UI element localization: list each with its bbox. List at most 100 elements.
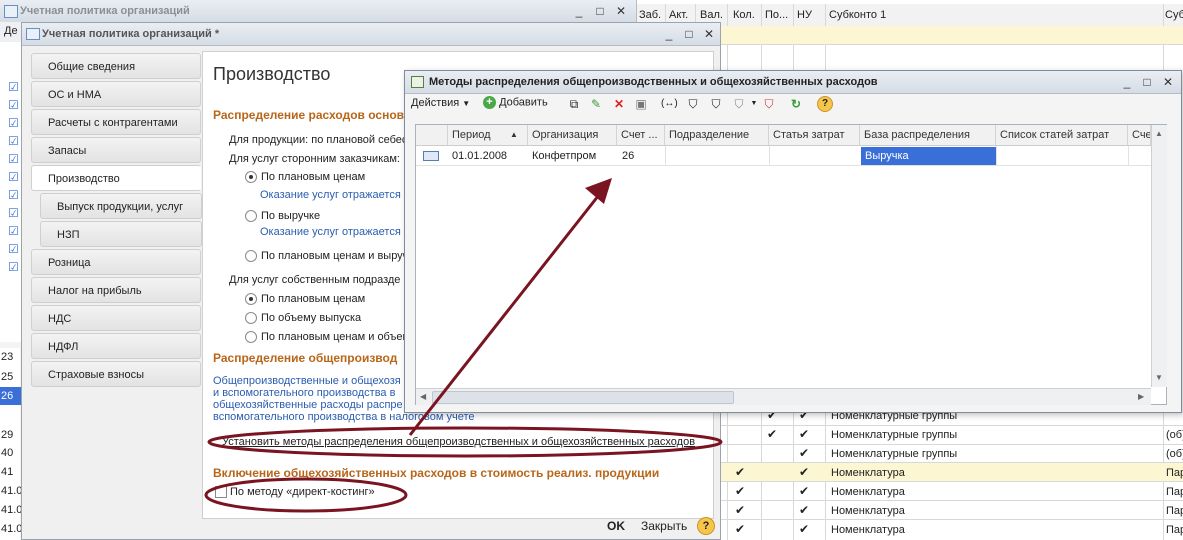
help-icon[interactable]: ?: [817, 96, 833, 112]
checkbox-icon[interactable]: ☑: [8, 80, 19, 94]
subconto2-cell[interactable]: Пар: [1166, 464, 1183, 482]
nav-output[interactable]: Выпуск продукции, услуг: [40, 193, 202, 219]
checkbox-icon[interactable]: ☑: [8, 134, 19, 148]
maximize-icon[interactable]: □: [593, 4, 607, 18]
radio-icon[interactable]: [245, 312, 257, 325]
account-number[interactable]: 40: [1, 444, 13, 462]
checkbox-icon[interactable]: ☑: [8, 170, 19, 184]
column-account-2[interactable]: Сче: [1128, 125, 1151, 145]
account-number[interactable]: 29: [1, 426, 13, 444]
column-header[interactable]: Кол.: [733, 6, 755, 24]
table-row[interactable]: [416, 146, 1151, 166]
subconto-cell[interactable]: Номенклатура: [831, 521, 905, 539]
radio-icon[interactable]: [245, 210, 257, 223]
subconto2-cell[interactable]: Пар: [1166, 521, 1183, 539]
minimize-icon[interactable]: _: [1120, 75, 1134, 89]
ok-button[interactable]: OK: [607, 519, 625, 533]
nav-general[interactable]: Общие сведения: [31, 53, 201, 79]
checkbox-icon[interactable]: ☑: [8, 242, 19, 256]
radio-icon[interactable]: [245, 331, 257, 344]
column-distribution-base[interactable]: База распределения: [860, 125, 996, 145]
nav-production[interactable]: Производство: [31, 165, 201, 191]
maximize-icon[interactable]: □: [682, 27, 696, 41]
close-button[interactable]: Закрыть: [641, 519, 687, 533]
checkbox-icon[interactable]: ☑: [8, 224, 19, 238]
scroll-thumb[interactable]: [432, 391, 734, 404]
account-number[interactable]: 25: [1, 368, 13, 386]
delete-icon[interactable]: ✕: [611, 96, 627, 112]
cell-distribution-base[interactable]: Выручка: [861, 147, 996, 165]
account-number[interactable]: 41: [1, 463, 13, 481]
column-header[interactable]: Суб: [1165, 6, 1183, 24]
radio-revenue[interactable]: По выручке: [245, 210, 320, 223]
column-period[interactable]: Период ▲: [448, 125, 528, 145]
nav-vat[interactable]: НДС: [31, 305, 201, 331]
cell-period[interactable]: 01.01.2008: [452, 147, 507, 165]
checkbox-icon[interactable]: ☑: [8, 188, 19, 202]
account-number-selected[interactable]: 26: [0, 387, 21, 405]
nav-wip[interactable]: НЗП: [40, 221, 202, 247]
edit-icon[interactable]: ✎: [588, 96, 604, 112]
radio-icon[interactable]: [245, 171, 257, 184]
account-number[interactable]: 41.0: [1, 482, 22, 500]
radio-plan-prices[interactable]: По плановым ценам: [245, 171, 365, 184]
column-header[interactable]: Субконто 1: [829, 6, 886, 24]
nav-personal-tax[interactable]: НДФЛ: [31, 333, 201, 359]
filter-icon[interactable]: ⛉: [708, 96, 724, 112]
copy-icon[interactable]: ⧉: [566, 96, 582, 112]
set-methods-link[interactable]: Установить методы распределения общепрои…: [222, 436, 695, 448]
close-icon[interactable]: ✕: [702, 27, 716, 41]
nav-profit-tax[interactable]: Налог на прибыль: [31, 277, 201, 303]
cell-account[interactable]: 26: [622, 147, 634, 165]
scroll-left-icon[interactable]: ◀: [420, 392, 426, 401]
maximize-icon[interactable]: □: [1140, 75, 1154, 89]
refresh-icon[interactable]: ↻: [788, 96, 804, 112]
radio-icon[interactable]: [245, 293, 257, 306]
column-division[interactable]: Подразделение: [665, 125, 769, 145]
direct-costing-checkbox[interactable]: По методу «директ-костинг»: [215, 486, 375, 499]
radio-icon[interactable]: [245, 250, 257, 263]
radio-plan-volume[interactable]: По плановым ценам и объем: [245, 331, 410, 344]
checkbox-icon[interactable]: ☑: [8, 206, 19, 220]
column-header[interactable]: По...: [765, 6, 788, 24]
subconto2-cell[interactable]: (об): [1166, 426, 1183, 444]
account-number[interactable]: 41.0: [1, 501, 22, 519]
column-account[interactable]: Счет ...: [617, 125, 665, 145]
column-cost-items-list[interactable]: Список статей затрат: [996, 125, 1128, 145]
subconto2-cell[interactable]: Пар: [1166, 483, 1183, 501]
filter-settings-icon[interactable]: ⛉: [685, 96, 701, 112]
interval-icon[interactable]: (↔): [661, 96, 678, 112]
filter-list-icon[interactable]: ⛉: [731, 96, 747, 112]
add-button[interactable]: + Добавить: [483, 96, 548, 109]
column-header[interactable]: НУ: [797, 6, 812, 24]
close-icon[interactable]: ✕: [1161, 75, 1175, 89]
scroll-right-icon[interactable]: ▶: [1138, 392, 1144, 401]
checkbox-icon[interactable]: ☑: [8, 152, 19, 166]
save-icon[interactable]: ▣: [633, 96, 649, 112]
checkbox-icon[interactable]: ☑: [8, 98, 19, 112]
checkbox-icon[interactable]: ☑: [8, 116, 19, 130]
actions-menu[interactable]: Действия ▼: [411, 97, 470, 109]
horizontal-scrollbar[interactable]: ◀ ▶: [416, 388, 1151, 405]
nav-settlements[interactable]: Расчеты с контрагентами: [31, 109, 201, 135]
vertical-scrollbar[interactable]: ▲ ▼: [1151, 125, 1167, 387]
checkbox-icon[interactable]: ☑: [8, 260, 19, 274]
account-number[interactable]: 41.0: [1, 520, 22, 538]
close-icon[interactable]: ✕: [614, 4, 628, 18]
checkbox-icon[interactable]: [215, 486, 227, 499]
subconto-cell[interactable]: Номенклатурные группы: [831, 426, 957, 444]
clear-filter-icon[interactable]: ⛉: [761, 96, 777, 112]
minimize-icon[interactable]: _: [572, 4, 586, 18]
column-organization[interactable]: Организация: [528, 125, 617, 145]
subconto2-cell[interactable]: (об): [1166, 445, 1183, 463]
column-cost-item[interactable]: Статья затрат: [769, 125, 860, 145]
help-button[interactable]: ?: [697, 517, 715, 535]
radio-plan-revenue[interactable]: По плановым ценам и выруч: [245, 250, 408, 263]
radio-plan-prices-2[interactable]: По плановым ценам: [245, 293, 365, 306]
subconto-cell[interactable]: Номенклатура: [831, 464, 905, 482]
dropdown-arrow-icon[interactable]: ▼: [746, 96, 762, 112]
subconto-cell[interactable]: Номенклатура: [831, 502, 905, 520]
radio-volume[interactable]: По объему выпуска: [245, 312, 361, 325]
account-number[interactable]: 23: [1, 348, 13, 366]
minimize-icon[interactable]: _: [662, 27, 676, 41]
